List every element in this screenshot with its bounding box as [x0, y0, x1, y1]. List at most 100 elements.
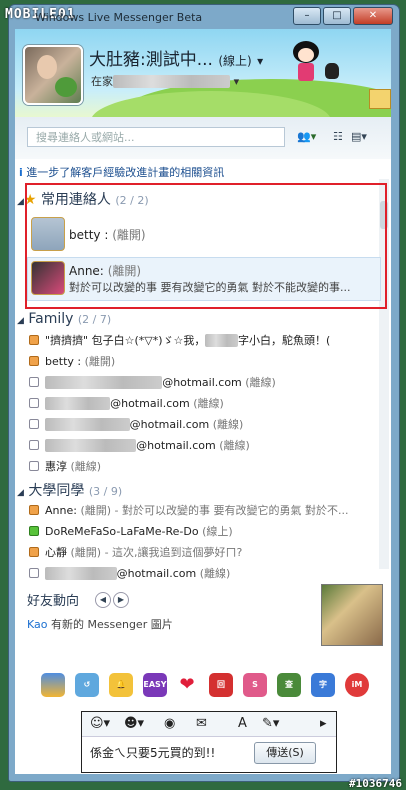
highlight-box	[25, 183, 387, 309]
redacted-text: xxxxxxxxxx	[45, 397, 111, 410]
contact-status: (離線)	[199, 567, 231, 580]
status-offline-icon	[29, 461, 39, 471]
status-away-icon	[29, 505, 39, 515]
status-away-icon	[29, 356, 39, 366]
mood-text: 在家	[91, 75, 113, 88]
add-contact-icon[interactable]: 👥▾	[297, 127, 316, 147]
contact-row[interactable]: xxxxxxxxxx@hotmail.com (離線)	[29, 395, 224, 411]
feed-item[interactable]: Kao 有新的 Messenger 圖片	[27, 616, 173, 632]
status-away-icon	[29, 335, 39, 345]
contact-row[interactable]: xxxxxxxxxxxxxxxxxx@hotmail.com (離線)	[29, 374, 276, 390]
status-offline-icon	[29, 568, 39, 578]
messenger-butterfly-icon[interactable]	[41, 673, 65, 697]
close-button[interactable]: ✕	[353, 7, 393, 25]
contact-status: (離線)	[212, 418, 244, 431]
dictionary-icon[interactable]: 字	[311, 673, 335, 697]
compose-area: ☺▾ ☻▾ ◉ ✉ A ✎▾ ▸ 係金ㄟ只要5元買的到!! 傳送(S)	[81, 711, 337, 773]
send-button[interactable]: 傳送(S)	[254, 742, 316, 764]
search-toolbar: 搜尋連絡人或網站... 👥▾ ☷ ▤▾	[15, 117, 391, 159]
status-offline-icon	[29, 398, 39, 408]
compose-toolbar: ☺▾ ☻▾ ◉ ✉ A ✎▾ ▸	[82, 712, 336, 737]
info-icon: i	[19, 166, 23, 179]
feed-picture[interactable]	[321, 584, 383, 646]
contact-name: betty :	[45, 355, 82, 368]
contact-status: (離開)	[70, 546, 102, 559]
my-status[interactable]: (線上)	[218, 54, 251, 68]
contact-status: (離線)	[193, 397, 224, 410]
minimize-button[interactable]: –	[293, 7, 321, 25]
search-input[interactable]: 搜尋連絡人或網站...	[27, 127, 285, 147]
redacted-text: xxxxxxxxxxxxxx	[45, 439, 137, 452]
emoticon-icon[interactable]: ☺▾	[90, 715, 110, 733]
my-avatar[interactable]	[23, 45, 83, 105]
contact-row[interactable]: "擠擠擠" 包子白☆(*▽*)ゞ☆我，xxxxx字小白，駝魚頭！(	[29, 332, 330, 348]
im-app-icon[interactable]: iM	[345, 673, 369, 697]
contact-status: (線上)	[202, 525, 233, 538]
group-count: (3 / 9)	[88, 485, 123, 498]
status-offline-icon	[29, 377, 39, 387]
info-link[interactable]: i 進一步了解客戶經驗改進計畫的相關資訊	[19, 164, 224, 180]
status-away-icon	[29, 547, 39, 557]
messenger-window: MOBILE01 Windows Live Messenger Beta – □…	[5, 4, 400, 782]
contact-row[interactable]: xxxxxxxxxxxxxx@hotmail.com (離線)	[29, 437, 250, 453]
menu-icon[interactable]: ▤▾	[351, 127, 367, 147]
feed-title: 好友動向	[27, 594, 80, 609]
contact-name: @hotmail.com	[162, 376, 242, 389]
image-code: #1036746	[349, 777, 402, 790]
brush-icon[interactable]: ✎▾	[262, 715, 279, 733]
group-title: Family	[28, 311, 74, 327]
wink-icon[interactable]: ☻▾	[124, 715, 144, 733]
message-input[interactable]: 係金ㄟ只要5元買的到!!	[90, 744, 215, 761]
title-bar[interactable]: MOBILE01 Windows Live Messenger Beta – □…	[5, 5, 399, 29]
expand-icon[interactable]: ▸	[320, 715, 327, 733]
status-dropdown-icon[interactable]: ▾	[257, 54, 263, 68]
easy-app-icon[interactable]: EASY	[143, 673, 167, 697]
next-arrow-icon[interactable]: ▶	[113, 592, 129, 608]
sync-icon[interactable]: ↺	[75, 673, 99, 697]
view-options-icon[interactable]: ☷	[333, 127, 343, 147]
status-offline-icon	[29, 440, 39, 450]
personal-message[interactable]: 在家xxxxxxxxxxxxxxxxxx ▾	[91, 73, 239, 89]
dragon-app-icon[interactable]: 回	[209, 673, 233, 697]
contact-row[interactable]: DoReMeFaSo-LaFaMe-Re-Do (線上)	[29, 523, 233, 539]
font-icon[interactable]: A	[238, 715, 247, 733]
redacted-text: xxxxxxxxxxxxx	[45, 418, 130, 431]
group-family[interactable]: ◢ Family (2 / 7)	[17, 311, 111, 327]
group-college[interactable]: ◢ 大學同學 (3 / 9)	[17, 480, 122, 500]
redacted-text: xxxxxxxxxxxxxxxxxx	[45, 376, 163, 389]
contact-status: (離開)	[84, 355, 116, 368]
contact-row[interactable]: xxxxxxxxxxxxx@hotmail.com (離線)	[29, 416, 243, 432]
scene-cat-image	[325, 63, 339, 79]
contact-message: - 這次,讓我追到這個夢好ㄇ?	[104, 546, 243, 559]
prev-arrow-icon[interactable]: ◀	[95, 592, 111, 608]
mail-icon[interactable]	[369, 89, 391, 109]
contact-row[interactable]: betty : (離開)	[29, 353, 115, 369]
scene-girl-image	[293, 41, 319, 81]
redacted-text: xxxxxxxxxxxxxxxxxx	[113, 75, 231, 88]
dictionary-app-icon[interactable]: 查	[277, 673, 301, 697]
collapse-icon[interactable]: ◢	[17, 316, 24, 326]
contact-name: @hotmail.com	[110, 397, 190, 410]
contact-status: (離線)	[245, 376, 276, 389]
maximize-button[interactable]: □	[323, 7, 351, 25]
collapse-icon[interactable]: ◢	[17, 197, 24, 207]
voice-clip-icon[interactable]: ◉	[164, 715, 175, 733]
feed-contact-name[interactable]: Kao	[27, 618, 48, 631]
contact-name: DoReMeFaSo-LaFaMe-Re-Do	[45, 525, 199, 538]
contact-row[interactable]: 心靜 (離開) - 這次,讓我追到這個夢好ㄇ?	[29, 544, 242, 560]
info-text: 進一步了解客戶經驗改進計畫的相關資訊	[26, 166, 225, 179]
heart-icon[interactable]: ❤	[175, 673, 199, 697]
contact-name: @hotmail.com	[116, 567, 197, 580]
contact-status: (離線)	[219, 439, 250, 452]
group-title: 大學同學	[28, 483, 85, 499]
my-display-name[interactable]: 大肚豬:測試中... (線上) ▾	[89, 45, 263, 70]
bell-icon[interactable]: 🔔	[109, 673, 133, 697]
nudge-icon[interactable]: ✉	[196, 715, 207, 733]
contact-row[interactable]: 惠淳 (離線)	[29, 458, 101, 474]
contact-name: 心靜	[45, 546, 67, 559]
contact-row[interactable]: Anne: (離開) - 對於可以改變的事 要有改變它的勇氣 對於不...	[29, 502, 349, 518]
collapse-icon[interactable]: ◢	[17, 488, 24, 498]
contact-row[interactable]: xxxxxxxxxxx@hotmail.com (離線)	[29, 565, 230, 581]
style-app-icon[interactable]: S	[243, 673, 267, 697]
contact-name-tail: 字小白，駝魚頭！(	[237, 334, 331, 347]
